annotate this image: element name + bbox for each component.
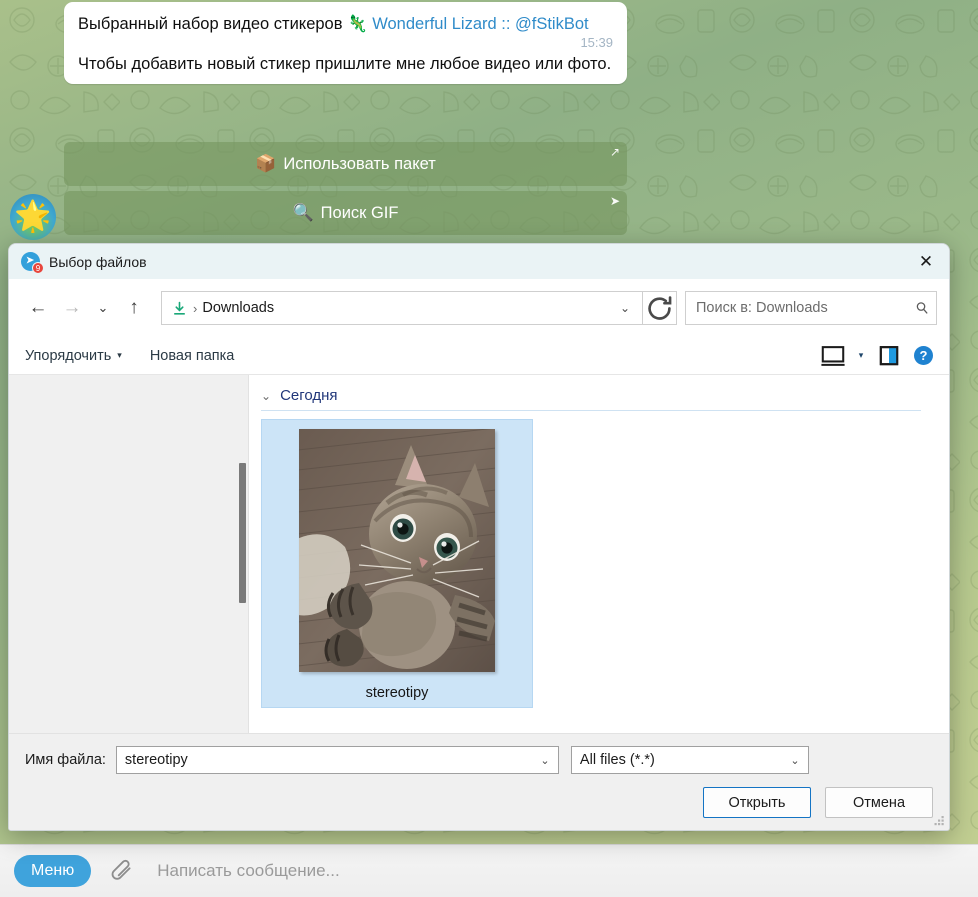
- filetype-chevron-down-icon: ⌄: [790, 754, 800, 767]
- message-line-2: 15:39 Чтобы добавить новый стикер пришли…: [78, 35, 613, 76]
- filename-label: Имя файла:: [25, 752, 106, 768]
- close-icon[interactable]: ✕: [903, 244, 949, 279]
- dialog-navigation-bar: ← → ⌄ ↑ › Downloads ⌄ Поиск в: Downloads: [9, 279, 949, 337]
- file-list[interactable]: ⌄ Сегодня stereotipy: [249, 375, 949, 733]
- cancel-button[interactable]: Отмена: [825, 787, 933, 818]
- message-bubble: Выбранный набор видео стикеров 🦎 Wonderf…: [64, 2, 627, 84]
- magnifier-icon: 🔍: [292, 203, 314, 222]
- message-timestamp: 15:39: [580, 35, 613, 51]
- filename-row: Имя файла: ⌄ All files (*.*) ⌄: [25, 746, 933, 774]
- view-caret-glyph: ▾: [858, 350, 864, 360]
- paperclip-icon[interactable]: [109, 858, 135, 884]
- filename-combobox[interactable]: ⌄: [115, 746, 559, 774]
- inline-button-search-gif[interactable]: 🔍 Поиск GIF ➤: [64, 191, 627, 235]
- preview-pane-icon[interactable]: [874, 342, 904, 370]
- filename-input[interactable]: [124, 752, 534, 768]
- up-icon[interactable]: ↑: [117, 291, 151, 325]
- dialog-footer: Имя файла: ⌄ All files (*.*) ⌄ Открыть О…: [9, 733, 949, 830]
- inline-button-search-gif-label: Поиск GIF: [320, 203, 399, 222]
- avatar: 🌟: [10, 194, 56, 240]
- recent-locations-icon[interactable]: ⌄: [89, 291, 117, 325]
- message-text-prefix: Выбранный набор видео стикеров: [78, 15, 348, 33]
- chevron-down-icon[interactable]: ⌄: [612, 293, 638, 323]
- external-link-arrow-icon: ↗: [609, 145, 620, 159]
- dialog-titlebar: ➤ 9 Выбор файлов ✕: [9, 244, 949, 279]
- view-caret-down-icon[interactable]: ▾: [852, 342, 870, 370]
- inline-button-use-pack-label: Использовать пакет: [283, 154, 436, 173]
- package-icon: 📦: [255, 154, 277, 173]
- telegram-icon: ➤ 9: [21, 252, 44, 274]
- dialog-title: Выбор файлов: [49, 253, 147, 270]
- search-placeholder: Поиск в: Downloads: [696, 300, 828, 316]
- navigation-sidebar[interactable]: [9, 375, 249, 733]
- sticker-pack-link[interactable]: Wonderful Lizard :: @fStikBot: [372, 15, 588, 33]
- breadcrumb-separator: ›: [193, 300, 198, 316]
- refresh-icon[interactable]: [643, 291, 677, 325]
- message-paragraph-gap: [78, 36, 613, 53]
- dialog-action-buttons: Открыть Отмена: [25, 787, 933, 818]
- new-folder-button[interactable]: Новая папка: [150, 348, 235, 364]
- forward-icon[interactable]: →: [55, 291, 89, 325]
- inline-button-use-pack[interactable]: 📦 Использовать пакет ↗: [64, 142, 627, 186]
- dialog-body: ⌄ Сегодня stereotipy: [9, 375, 949, 733]
- cat-photo-thumbnail: [299, 429, 495, 672]
- notification-badge: 9: [32, 262, 44, 274]
- organize-button[interactable]: Упорядочить ▾: [25, 348, 122, 364]
- breadcrumb[interactable]: › Downloads ⌄: [161, 291, 643, 325]
- group-divider: [261, 410, 922, 411]
- chevron-down-icon[interactable]: ⌄: [261, 389, 271, 403]
- back-icon[interactable]: ←: [21, 291, 55, 325]
- dialog-command-bar: Упорядочить ▾ Новая папка ▾ ?: [9, 337, 949, 375]
- caret-down-icon: ▾: [117, 350, 122, 360]
- message-line-1: Выбранный набор видео стикеров 🦎 Wonderf…: [78, 13, 613, 36]
- resize-grip[interactable]: [933, 815, 946, 828]
- file-picker-dialog: ➤ 9 Выбор файлов ✕ ← → ⌄ ↑ › Downloads ⌄: [8, 243, 950, 831]
- monitor-view-icon[interactable]: [818, 342, 848, 370]
- sidebar-scrollbar[interactable]: [239, 463, 246, 603]
- file-item-label: stereotipy: [365, 685, 429, 701]
- file-item[interactable]: stereotipy: [261, 419, 533, 708]
- menu-button[interactable]: Меню: [14, 855, 92, 887]
- open-button[interactable]: Открыть: [703, 787, 811, 818]
- breadcrumb-label-downloads[interactable]: Downloads: [202, 300, 274, 316]
- search-icon: [914, 300, 930, 316]
- download-icon: [171, 300, 188, 317]
- help-button[interactable]: ?: [914, 346, 933, 365]
- filename-chevron-down-icon[interactable]: ⌄: [534, 754, 556, 767]
- search-input[interactable]: Поиск в: Downloads: [685, 291, 937, 325]
- message-text-body: Чтобы добавить новый стикер пришлите мне…: [78, 55, 612, 74]
- message-composer-bar: Меню Написать сообщение...: [0, 844, 978, 897]
- command-bar-right-group: ▾ ?: [818, 342, 933, 370]
- organize-label: Упорядочить: [25, 347, 112, 364]
- lizard-icon: 🦎: [347, 15, 368, 33]
- filetype-dropdown[interactable]: All files (*.*) ⌄: [570, 746, 809, 774]
- message-input[interactable]: Написать сообщение...: [157, 861, 339, 881]
- share-arrow-icon: ➤: [609, 194, 620, 208]
- avatar-emoji: 🌟: [14, 200, 52, 233]
- file-group-header[interactable]: ⌄ Сегодня: [261, 387, 949, 404]
- file-group-label: Сегодня: [280, 387, 338, 404]
- filetype-value: All files (*.*): [579, 752, 655, 768]
